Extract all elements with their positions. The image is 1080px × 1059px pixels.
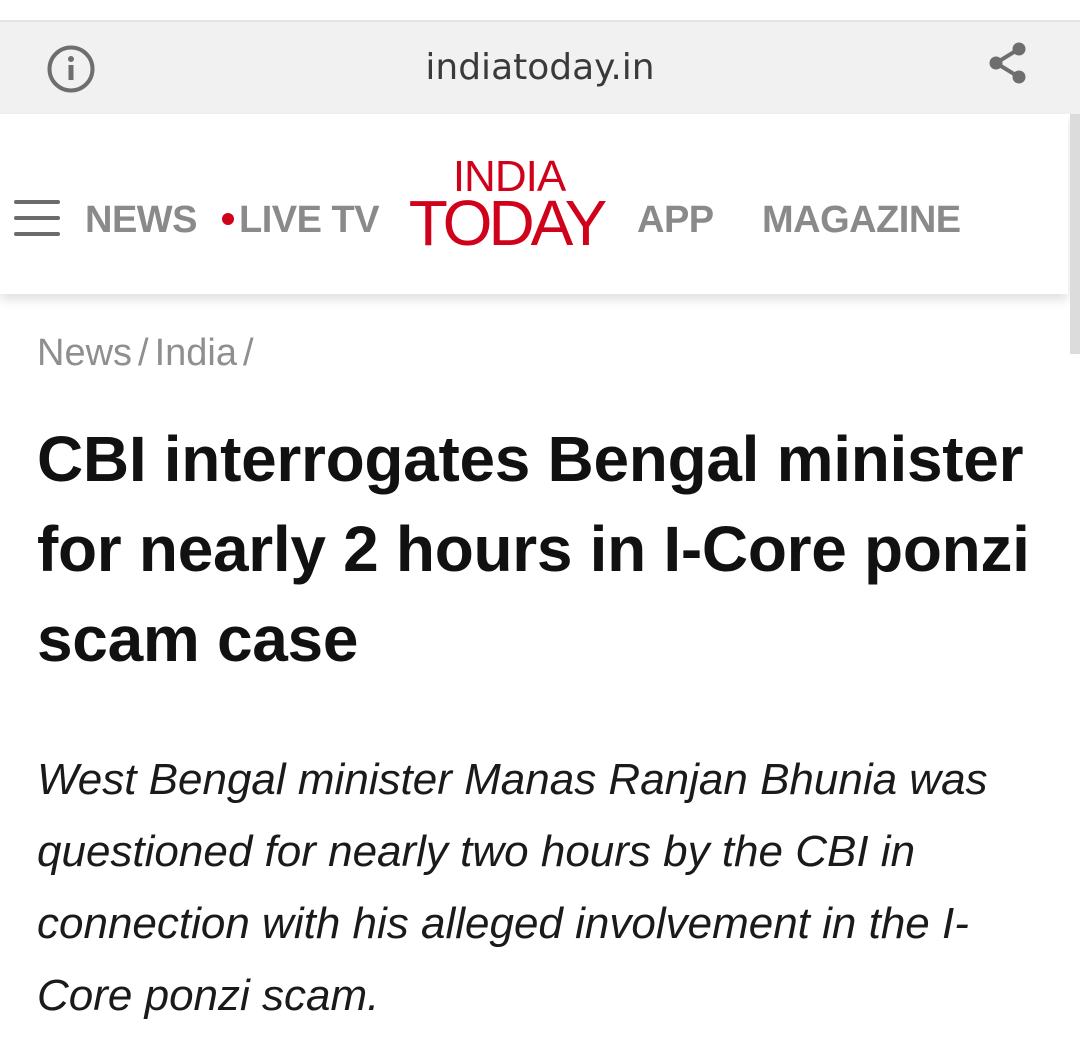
article-headline: CBI interrogates Bengal minister for nea…: [37, 423, 1030, 675]
nav-item-label: APP: [637, 199, 714, 241]
live-indicator-dot: [222, 212, 234, 225]
article-summary: West Bengal minister Manas Ranjan Bhunia…: [37, 755, 988, 1020]
nav-item-news[interactable]: NEWS: [85, 198, 198, 242]
breadcrumb: News / India /: [37, 330, 260, 376]
hamburger-menu-icon[interactable]: [14, 196, 62, 240]
logo-line-today: TODAY: [408, 187, 608, 259]
share-icon[interactable]: [984, 39, 1032, 87]
nav-item-live-tv[interactable]: LIVE TV: [222, 198, 380, 242]
url-text[interactable]: indiatoday.in: [0, 44, 1080, 92]
nav-item-label: MAGAZINE: [762, 199, 961, 241]
page-scrollbar[interactable]: [1070, 114, 1080, 354]
nav-item-magazine[interactable]: MAGAZINE: [762, 198, 961, 242]
status-bar-separator: [0, 0, 1080, 22]
browser-url-bar: indiatoday.in: [0, 22, 1080, 114]
india-today-logo[interactable]: INDIA TODAY: [400, 154, 612, 259]
site-header: NEWS LIVE TV INDIA TODAY APP MAGAZINE: [0, 114, 1068, 294]
nav-item-label: LIVE TV: [239, 199, 380, 241]
breadcrumb-item-india[interactable]: India: [155, 332, 237, 374]
breadcrumb-separator: /: [138, 332, 149, 374]
breadcrumb-item-news[interactable]: News: [37, 332, 132, 374]
nav-item-app[interactable]: APP: [637, 198, 714, 242]
breadcrumb-separator: /: [243, 332, 254, 374]
nav-item-label: NEWS: [85, 199, 198, 241]
